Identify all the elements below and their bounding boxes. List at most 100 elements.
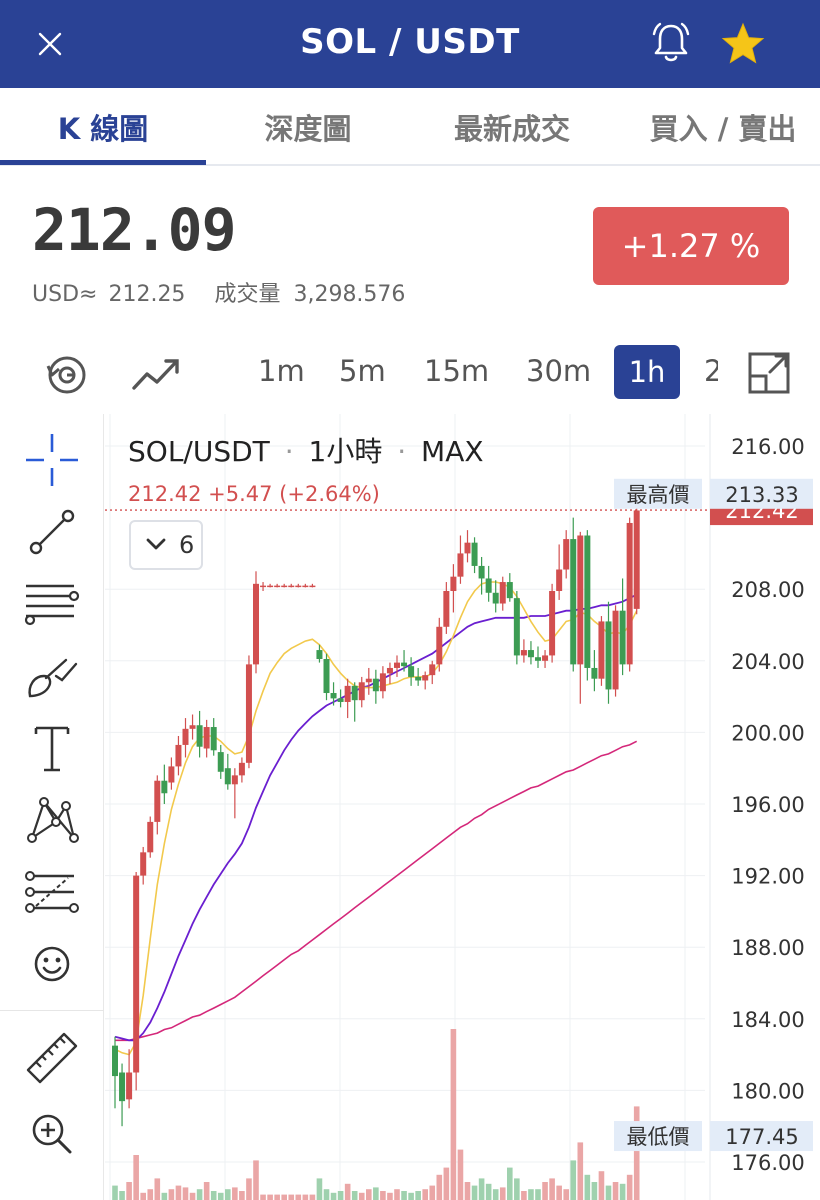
line-tool-icon[interactable] [22,502,82,562]
price-tick-label: 196.00 [731,793,804,817]
tab-buy-sell[interactable]: 買入 / 賣出 [626,106,820,148]
volume-bar [203,1182,210,1200]
candle-body [570,539,577,665]
timeframe-2h[interactable]: 2 [704,354,718,388]
high-value: 213.33 [725,483,798,507]
usd-value: 212.25 [108,282,186,307]
volume-bar [281,1194,287,1200]
candle-body [506,582,513,599]
candle-body [203,727,210,749]
timeframe-15m[interactable]: 15m [424,354,489,388]
ma-line-yellow [114,581,638,1056]
volume-bar [182,1187,189,1200]
candle-body [485,578,492,593]
volume-bar [485,1183,492,1200]
volume-bar [210,1191,217,1200]
volume-bar [337,1191,344,1200]
candle-body [443,590,450,627]
volume-bar [351,1191,358,1200]
emoji-icon[interactable] [22,934,82,994]
volume-bar [457,1149,464,1200]
candle-body [323,659,330,694]
volume-bar [450,1029,457,1200]
pattern-icon[interactable] [22,790,82,850]
volume-bar [633,1106,640,1200]
volume-bar [309,1194,316,1200]
top-header: SOL / USDT [0,0,820,88]
tab-latest-trades[interactable]: 最新成交 [410,106,614,148]
drawing-tools [0,414,104,1200]
volume-bar [521,1191,527,1200]
expand-icon[interactable] [744,348,794,398]
candle-body [189,725,196,729]
crosshair-icon[interactable] [22,430,82,490]
volume-bar [591,1182,598,1200]
chart-ohlc-line: 212.42 +5.47 (+2.64%) [128,482,380,506]
volume-bar [535,1189,541,1200]
star-icon[interactable] [720,22,766,66]
timeframe-30m[interactable]: 30m [526,354,591,388]
brush-icon[interactable] [22,646,82,706]
candle-body [422,675,429,681]
volume-bar [140,1192,146,1200]
volume-bar [556,1185,562,1200]
volume-bar [217,1192,224,1200]
candle-body [330,693,337,699]
volume-bar [253,1160,259,1200]
tab-kline[interactable]: K 線圖 [0,106,206,148]
candle-body [238,762,245,776]
candle-body [408,666,415,677]
candle-body [612,610,619,690]
volume-bar [478,1178,485,1200]
candle-body [302,585,309,588]
candle-body [492,592,499,604]
chart-title: SOL/USDT · 1小時 · MAX [128,430,484,470]
candle-body [288,585,295,588]
price-tick-label: 184.00 [731,1008,804,1032]
volume-bar [302,1194,309,1200]
candle-body [147,821,154,853]
candlestick-chart[interactable]: 216.00 208.00 204.00 200.00 196.00 192.00 188.… [105,414,820,1200]
price-tick-label: 176.00 [731,1151,804,1175]
candle-body [386,667,393,674]
candle-body [112,1045,118,1077]
ruler-icon[interactable] [22,1028,82,1088]
candle-body [358,682,365,701]
timeframe-5m[interactable]: 5m [339,354,386,388]
volume-bar [126,1182,132,1200]
candle-body [154,780,161,822]
candle-body [196,725,203,747]
candle-body [182,728,189,745]
chevron-down-icon [146,538,166,550]
candle-body [478,565,485,579]
candle-body [605,621,612,690]
fib-lines-icon[interactable] [22,574,82,634]
zoom-in-icon[interactable] [22,1104,82,1164]
bell-icon[interactable] [648,20,694,66]
candle-body [316,650,323,660]
candle-body [436,626,443,665]
trend-line-icon[interactable] [130,348,180,398]
indicators-toggle[interactable]: 6 [129,520,203,570]
volume-bar [549,1178,555,1200]
volume-bar [499,1187,506,1200]
candle-body [253,583,259,665]
volume-bar [514,1178,520,1200]
projection-icon[interactable] [22,862,82,922]
volume-bar [612,1182,619,1200]
text-icon[interactable] [22,718,82,778]
volume-bar [373,1187,379,1200]
timeframe-1h[interactable]: 1h [614,345,680,399]
candle-body [513,598,520,656]
tab-depth[interactable]: 深度圖 [206,106,410,148]
candle-body [365,678,372,683]
price-subinfo: USD≈ 212.25 成交量 3,298.576 [32,276,405,308]
volume-bar [394,1189,400,1200]
volume-bar [323,1189,330,1200]
price-tick-label: 180.00 [731,1079,804,1103]
volume-bar [380,1191,386,1200]
replay-icon[interactable] [42,348,92,398]
ma-line-magenta [115,740,638,1042]
candle-body [619,610,626,665]
timeframe-1m[interactable]: 1m [258,354,305,388]
